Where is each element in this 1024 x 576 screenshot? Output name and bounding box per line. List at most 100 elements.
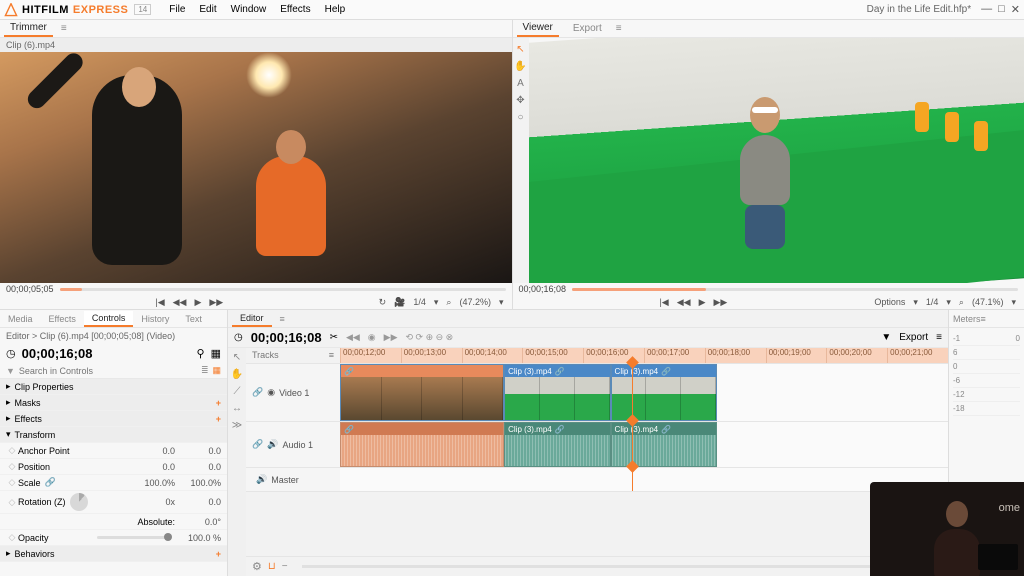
next-frame-button[interactable]: ▶▶	[207, 297, 225, 308]
viewer-scrubber[interactable]	[572, 288, 1018, 291]
cursor-tool-icon[interactable]: ↖	[516, 44, 524, 55]
keyframe-icon[interactable]: ◇	[6, 445, 18, 456]
panel-menu-icon[interactable]: ≡	[616, 23, 622, 34]
prev-frame-button[interactable]: ◀◀	[675, 297, 693, 308]
funnel-icon[interactable]: ▼	[6, 366, 15, 376]
tab-editor[interactable]: Editor	[232, 311, 272, 327]
play-button[interactable]: ▶	[697, 297, 708, 308]
tab-viewer[interactable]: Viewer	[517, 20, 559, 37]
search-icon[interactable]: ⌕	[444, 297, 453, 308]
mask-tool-icon[interactable]: ○	[517, 112, 523, 123]
audio-clip[interactable]: Clip (3).mp4 🔗	[611, 422, 717, 467]
play-button[interactable]: ▶	[192, 297, 203, 308]
panel-menu-icon[interactable]: ≡	[61, 23, 67, 34]
first-frame-button[interactable]: |◀	[657, 297, 670, 308]
menu-window[interactable]: Window	[225, 2, 273, 17]
magnet-icon[interactable]: ⊔	[268, 561, 276, 572]
grid-icon[interactable]: ▦	[212, 365, 221, 376]
playhead[interactable]	[632, 364, 633, 421]
audio-clip[interactable]: 🔗	[340, 422, 504, 467]
razor-tool-icon[interactable]: ⟋	[234, 386, 241, 397]
editor-timecode[interactable]: 00;00;16;08	[251, 330, 322, 345]
link-icon[interactable]: 🔗	[252, 387, 263, 398]
viewer-scale[interactable]: 1/4	[924, 297, 941, 307]
section-effects[interactable]: Effects	[15, 414, 42, 424]
rate-tool-icon[interactable]: ≫	[232, 420, 242, 431]
section-masks[interactable]: Masks	[15, 398, 41, 408]
tab-history[interactable]: History	[133, 312, 177, 326]
video-track[interactable]: 🔗 Clip (3).mp4 🔗 Clip (3).mp4 🔗	[340, 364, 948, 421]
viewer-options[interactable]: Options	[872, 297, 907, 307]
controls-timecode[interactable]: 00;00;16;08	[22, 346, 93, 361]
person-icon[interactable]: ⚲	[197, 347, 205, 360]
timeline-ruler[interactable]: 00;00;12;00 00;00;13;00 00;00;14;00 00;0…	[340, 348, 948, 363]
tab-meters[interactable]: Meters	[953, 314, 981, 324]
menu-edit[interactable]: Edit	[193, 2, 222, 17]
tab-controls[interactable]: Controls	[84, 311, 134, 327]
grid-icon[interactable]: ▦	[211, 347, 221, 360]
timeline-zoom-slider[interactable]	[302, 565, 898, 568]
cursor-tool-icon[interactable]: ↖	[233, 352, 241, 363]
search-icon[interactable]: ⌕	[957, 297, 966, 308]
close-button[interactable]: ✕	[1011, 3, 1020, 16]
next-frame-button[interactable]: ▶▶	[712, 297, 730, 308]
audio-clip[interactable]: Clip (3).mp4 🔗	[504, 422, 610, 467]
speaker-icon[interactable]: 🔊	[267, 439, 278, 450]
trimmer-scrubber[interactable]	[60, 288, 506, 291]
tracks-menu-icon[interactable]: ≡	[329, 350, 334, 361]
video-clip[interactable]: 🔗	[340, 364, 504, 421]
panel-menu-icon[interactable]: ≡	[981, 314, 986, 324]
hand-tool-icon[interactable]: ✋	[231, 369, 243, 380]
prev-frame-button[interactable]: ◀◀	[171, 297, 189, 308]
playhead[interactable]	[632, 468, 633, 491]
controls-search-input[interactable]	[19, 366, 197, 376]
link-icon[interactable]: 🔗	[252, 439, 263, 450]
video-clip[interactable]: Clip (3).mp4 🔗	[504, 364, 610, 421]
tab-export[interactable]: Export	[567, 21, 608, 36]
add-behavior-button[interactable]: +	[216, 549, 221, 559]
minimize-button[interactable]: —	[981, 3, 992, 16]
rotation-dial[interactable]	[70, 493, 88, 511]
audio-track[interactable]: 🔗 Clip (3).mp4 🔗 Clip (3).mp4 🔗	[340, 422, 948, 467]
zoom-out-button[interactable]: −	[282, 561, 288, 572]
tab-trimmer[interactable]: Trimmer	[4, 20, 53, 37]
link-icon[interactable]: 🔗	[45, 477, 56, 488]
panel-menu-icon[interactable]: ≡	[272, 312, 293, 326]
trimmer-scale[interactable]: 1/4	[411, 297, 428, 307]
skip-back-button[interactable]: ◀◀	[346, 332, 360, 343]
hand-tool-icon[interactable]: ✋	[514, 61, 526, 72]
section-clip-properties[interactable]: Clip Properties	[15, 382, 74, 392]
menu-file[interactable]: File	[163, 2, 191, 17]
opacity-slider[interactable]	[97, 536, 170, 539]
add-effect-button[interactable]: +	[216, 414, 221, 424]
video-clip[interactable]: Clip (3).mp4 🔗	[611, 364, 717, 421]
tab-effects[interactable]: Effects	[41, 312, 84, 326]
section-behaviors[interactable]: Behaviors	[15, 549, 55, 559]
menu-icon[interactable]: ≡	[936, 332, 942, 343]
gear-icon[interactable]: ⚙	[252, 560, 262, 573]
viewer-viewport[interactable]	[529, 38, 1024, 283]
master-track[interactable]	[340, 468, 948, 491]
play-button[interactable]: ◉	[368, 332, 376, 343]
funnel-icon[interactable]: ▼	[881, 332, 891, 343]
scissors-icon[interactable]: ✂	[330, 332, 338, 343]
speaker-icon[interactable]: 🔊	[256, 474, 267, 485]
menu-help[interactable]: Help	[319, 2, 352, 17]
first-frame-button[interactable]: |◀	[153, 297, 166, 308]
eye-icon[interactable]: ◉	[267, 387, 275, 398]
tab-media[interactable]: Media	[0, 312, 41, 326]
text-tool-icon[interactable]: A	[517, 78, 524, 89]
loop-icon[interactable]: ↻	[377, 297, 389, 308]
section-transform[interactable]: Transform	[15, 430, 56, 440]
trimmer-viewport[interactable]	[0, 52, 512, 283]
move-tool-icon[interactable]: ✥	[516, 95, 524, 106]
skip-fwd-button[interactable]: ▶▶	[384, 332, 398, 343]
tab-text[interactable]: Text	[177, 312, 210, 326]
camera-icon[interactable]: 🎥	[392, 297, 407, 308]
slip-tool-icon[interactable]: ↔	[232, 403, 242, 414]
add-mask-button[interactable]: +	[216, 398, 221, 408]
list-icon[interactable]: ≣	[201, 365, 209, 376]
maximize-button[interactable]: □	[998, 3, 1005, 16]
menu-effects[interactable]: Effects	[274, 2, 316, 17]
export-button[interactable]: Export	[899, 332, 928, 343]
